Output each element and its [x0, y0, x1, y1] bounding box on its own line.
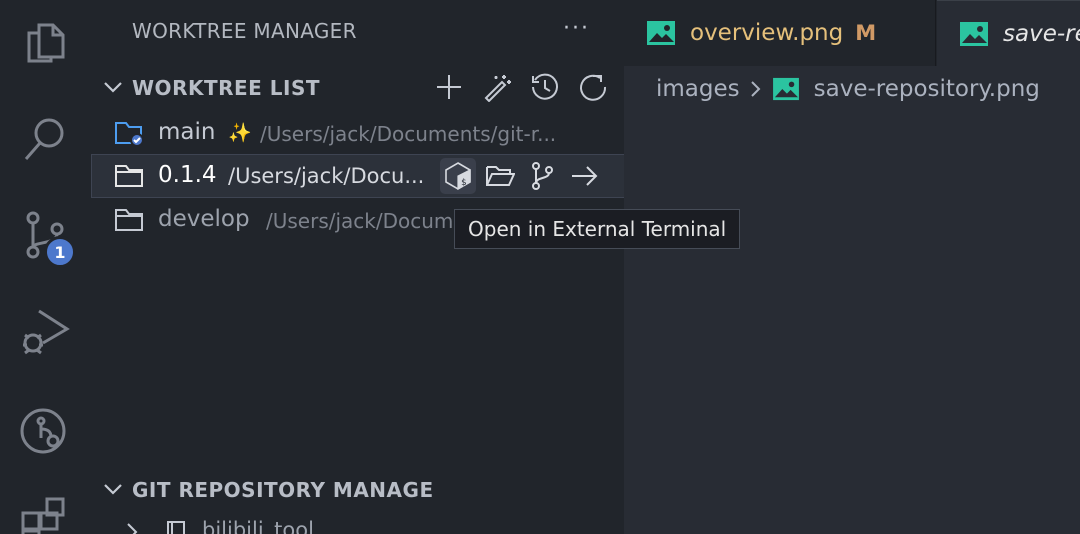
- chevron-right-icon: [750, 81, 761, 97]
- folder-icon: [115, 165, 143, 187]
- worktree-list-label: WORKTREE LIST: [132, 76, 321, 100]
- refresh-icon[interactable]: [576, 70, 610, 104]
- repo-name: bilibili_tool: [202, 518, 314, 534]
- worktree-item-0-1-4[interactable]: 0.1.4 /Users/jack/Docu... $: [91, 154, 625, 198]
- chevron-down-icon: [104, 484, 122, 495]
- worktree-name: develop: [158, 206, 250, 232]
- run-debug-icon[interactable]: [18, 304, 72, 358]
- magic-wand-icon[interactable]: [480, 70, 514, 104]
- image-file-icon: [647, 21, 675, 45]
- worktree-path: /Users/jack/Documents/git-r...: [266, 209, 454, 233]
- worktree-item-main[interactable]: main ✨ /Users/jack/Documents/git-r...: [92, 112, 624, 154]
- modified-indicator: M: [855, 21, 877, 45]
- image-file-icon: [960, 21, 988, 46]
- tab-overview[interactable]: overview.png M: [624, 0, 936, 66]
- tab-label: overview.png: [690, 20, 844, 46]
- folder-icon: [115, 209, 143, 231]
- worktree-list-actions: [432, 70, 610, 104]
- sparkle-icon: ✨: [228, 122, 252, 144]
- source-control-badge: 1: [44, 236, 76, 268]
- worktree-name: 0.1.4: [158, 162, 217, 188]
- breadcrumb-folder[interactable]: images: [656, 76, 740, 102]
- worktree-path: /Users/jack/Docu...: [228, 164, 425, 188]
- tooltip: Open in External Terminal: [454, 209, 741, 249]
- git-repository-header[interactable]: GIT REPOSITORY MANAGE: [90, 470, 624, 510]
- git-repository-label: GIT REPOSITORY MANAGE: [132, 478, 434, 502]
- add-icon[interactable]: [432, 70, 466, 104]
- arrow-right-icon[interactable]: [566, 158, 602, 194]
- files-icon[interactable]: [18, 16, 72, 70]
- editor-area: images save-repository.png: [624, 66, 1080, 534]
- history-icon[interactable]: [528, 70, 562, 104]
- sidebar-title: WORKTREE MANAGER: [132, 19, 357, 43]
- folder-current-icon: [115, 122, 144, 146]
- extensions-icon[interactable]: [18, 494, 72, 534]
- repo-item[interactable]: bilibili_tool: [92, 514, 624, 534]
- svg-text:$: $: [461, 178, 466, 188]
- sidebar: WORKTREE MANAGER ··· WORKTREE LIST main …: [90, 0, 625, 534]
- tab-label: save-repository.png: [1003, 20, 1080, 47]
- branch-icon[interactable]: [524, 158, 560, 194]
- editor-tab-bar: overview.png M save-repository.png: [624, 0, 1080, 66]
- activity-bar: 1: [0, 0, 90, 534]
- breadcrumb-file[interactable]: save-repository.png: [814, 76, 1040, 102]
- terminal-icon[interactable]: $: [440, 158, 476, 194]
- chevron-down-icon: [104, 82, 122, 93]
- image-file-icon: [772, 77, 799, 101]
- breadcrumb: images save-repository.png: [656, 76, 1040, 102]
- repo-icon: [167, 521, 185, 534]
- folder-open-icon[interactable]: [482, 158, 518, 194]
- worktree-row-actions: $: [440, 158, 602, 194]
- chevron-right-icon: [127, 523, 138, 534]
- worktree-list-header[interactable]: WORKTREE LIST: [90, 68, 624, 108]
- search-icon[interactable]: [18, 112, 72, 166]
- worktree-path: /Users/jack/Documents/git-r...: [260, 122, 557, 146]
- git-graph-icon[interactable]: [18, 404, 72, 458]
- more-actions-button[interactable]: ···: [563, 16, 590, 41]
- worktree-name: main: [158, 119, 216, 145]
- tab-save-repository[interactable]: save-repository.png: [937, 0, 1080, 66]
